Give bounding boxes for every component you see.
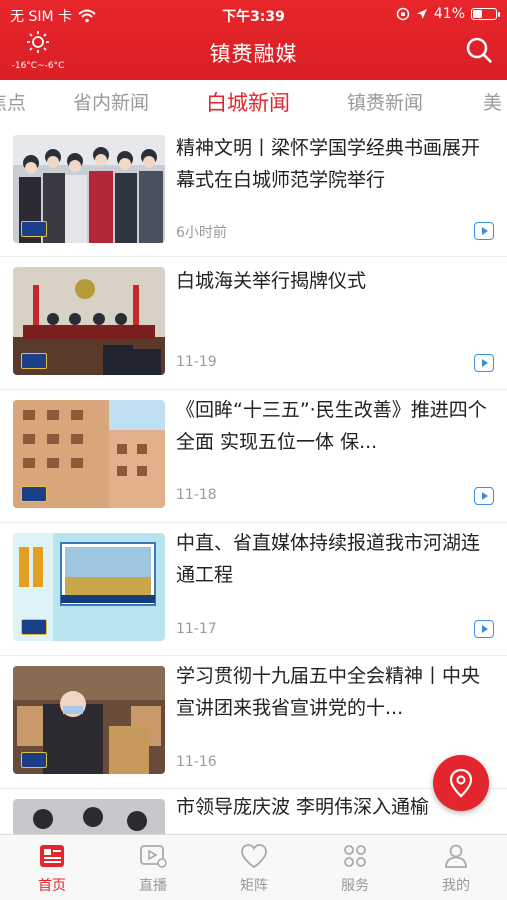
news-thumbnail [13,666,165,774]
news-thumbnail [13,135,165,243]
news-title: 学习贯彻十九届五中全会精神丨中央宣讲团来我省宣讲党的十... [176,665,481,719]
news-item[interactable]: 《回眸“十三五”·民生改善》推进四个全面 实现五位一体 保... 11-18 [0,390,507,523]
tabbar-live[interactable]: 直播 [113,841,193,895]
tab-more[interactable]: 美 [483,88,502,115]
news-title: 《回眸“十三五”·民生改善》推进四个全面 实现五位一体 保... [176,399,487,453]
battery-icon [471,8,500,20]
location-pin-icon [449,768,473,798]
video-icon [474,620,494,638]
services-icon [344,845,366,867]
heart-icon [241,844,267,869]
tabbar-matrix[interactable]: 矩阵 [214,841,294,895]
news-title: 白城海关举行揭牌仪式 [176,270,367,292]
news-thumbnail [13,799,165,834]
news-date: 11-17 [176,621,217,637]
channel-logo [21,221,47,237]
news-item[interactable]: 中直、省直媒体持续报道我市河湖连通工程 11-17 [0,523,507,656]
location-arrow-icon [416,9,427,19]
tabbar-label: 矩阵 [240,878,268,894]
tabbar-profile[interactable]: 我的 [416,841,496,895]
video-icon [474,354,494,372]
news-date: 11-16 [176,754,217,770]
tab-focus[interactable]: 焦点 [0,88,26,115]
live-icon [140,845,167,868]
tabbar-label: 我的 [442,878,470,894]
app-title: 镇赉融媒 [209,42,298,66]
video-icon [474,222,494,240]
news-item[interactable]: 精神文明丨梁怀学国学经典书画展开幕式在白城师范学院举行 6小时前 [0,124,507,257]
tabbar-label: 服务 [341,878,369,894]
tab-provincial-news[interactable]: 省内新闻 [73,88,149,115]
news-thumbnail [13,267,165,375]
rotation-lock-icon [396,7,410,21]
profile-icon [445,844,467,868]
news-icon [40,845,64,867]
tab-zhenlai-news[interactable]: 镇赉新闻 [347,88,423,115]
news-list: 精神文明丨梁怀学国学经典书画展开幕式在白城师范学院举行 6小时前 白城海关举行揭… [0,124,507,834]
news-date: 11-19 [176,354,217,370]
app-header: 无 SIM 卡 下午3:39 41% -16°C~-6°C 镇赉融媒 [0,0,507,80]
news-title: 中直、省直媒体持续报道我市河湖连通工程 [176,532,481,586]
video-icon [474,487,494,505]
news-date: 6小时前 [176,225,227,241]
bottom-tab-bar: 首页 直播 矩阵 服务 我的 [0,834,507,900]
news-thumbnail [13,533,165,641]
tabbar-home[interactable]: 首页 [12,841,92,895]
news-item[interactable]: 白城海关举行揭牌仪式 11-19 [0,257,507,390]
channel-logo [21,486,47,502]
search-icon[interactable] [465,36,493,64]
status-bar: 无 SIM 卡 下午3:39 41% [0,0,507,28]
tab-baicheng-news[interactable]: 白城新闻 [206,87,290,117]
battery-percent: 41% [433,6,465,22]
tabbar-label: 直播 [139,878,167,894]
channel-logo [21,619,47,635]
channel-logo [21,353,47,369]
news-item[interactable]: 市领导庞庆波 李明伟深入通榆 [0,789,507,834]
category-tabs: 焦点 省内新闻 白城新闻 镇赉新闻 美 [0,80,507,124]
tabbar-label: 首页 [38,878,66,894]
news-title: 精神文明丨梁怀学国学经典书画展开幕式在白城师范学院举行 [176,137,481,191]
channel-logo [21,752,47,768]
news-date: 11-18 [176,487,217,503]
news-item[interactable]: 学习贯彻十九届五中全会精神丨中央宣讲团来我省宣讲党的十... 11-16 [0,656,507,789]
location-button[interactable] [433,755,489,811]
tabbar-services[interactable]: 服务 [315,841,395,895]
news-thumbnail [13,400,165,508]
